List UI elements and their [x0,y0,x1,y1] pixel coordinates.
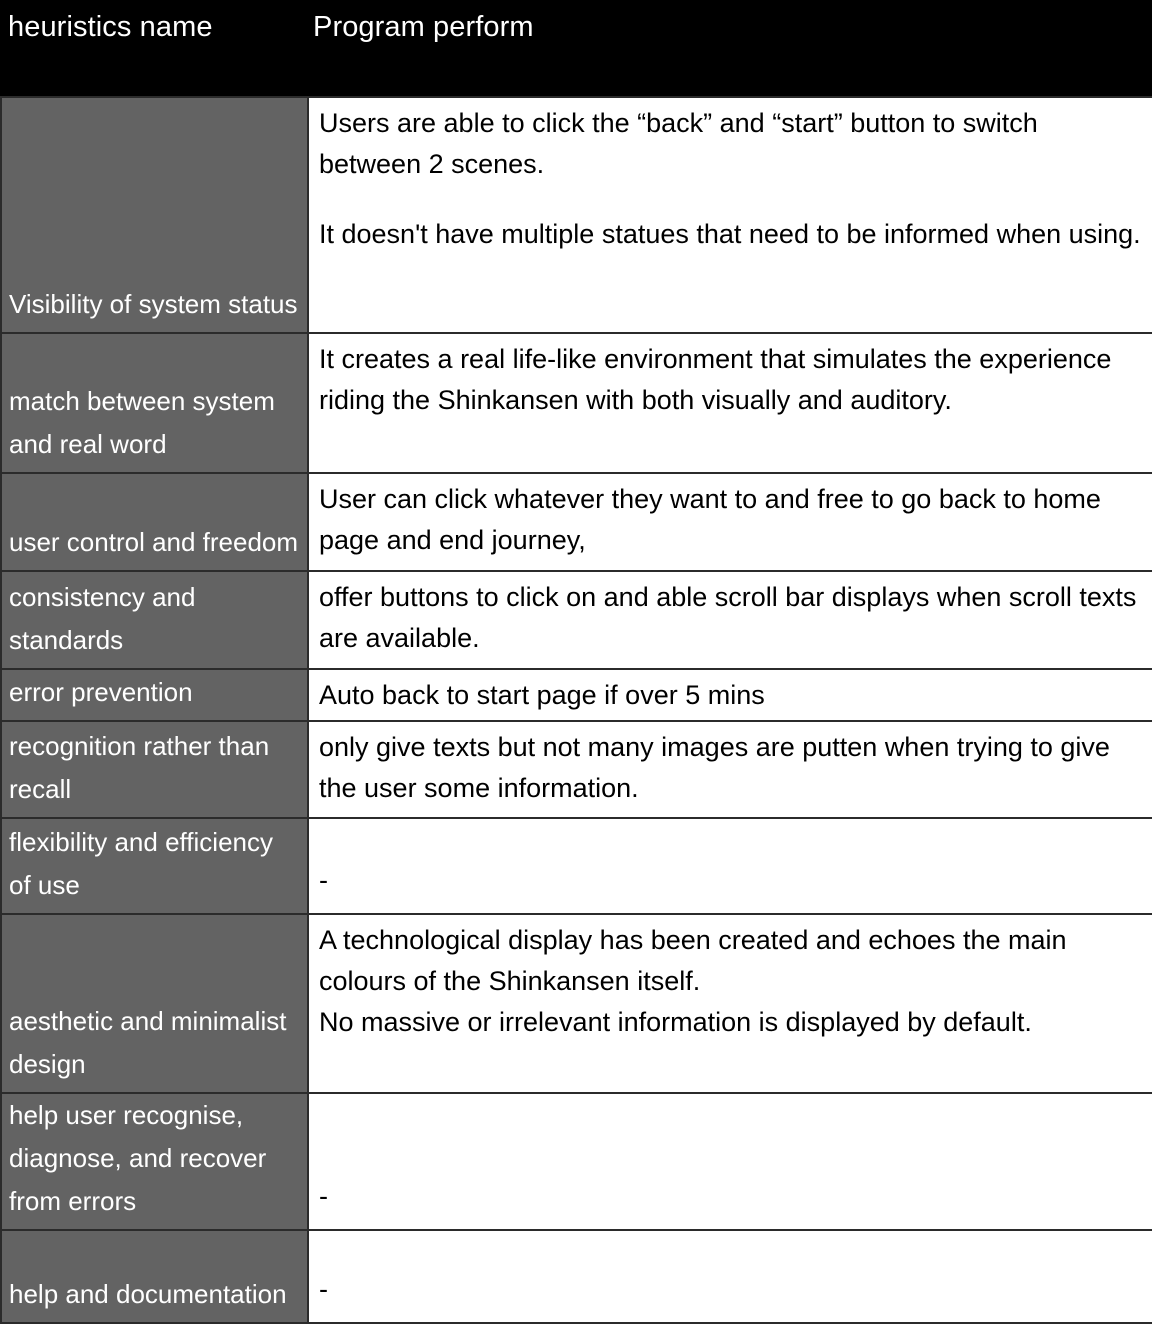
program-perform-text: Auto back to start page if over 5 mins [309,670,1152,720]
program-perform-text: - [309,819,1152,913]
table-body: Visibility of system status Users are ab… [0,96,1152,1324]
program-perform-cell: offer buttons to click on and able scrol… [307,570,1152,670]
heuristic-name-cell: Visibility of system status [0,96,309,334]
program-perform-cell: Auto back to start page if over 5 mins [307,668,1152,722]
heuristic-name-label: flexibility and efficiency of use [9,827,273,900]
column-header-heuristics-name: heuristics name [8,11,213,43]
heuristic-name-cell: consistency and standards [0,570,309,670]
heuristic-name-cell: match between system and real word [0,332,309,474]
program-perform-paragraph: No massive or irrelevant information is … [319,1007,1032,1037]
program-perform-cell: A technological display has been created… [307,913,1152,1094]
heuristic-name-cell: aesthetic and minimalist design [0,913,309,1094]
program-perform-text: offer buttons to click on and able scrol… [309,572,1152,668]
program-perform-paragraph: only give texts but not many images are … [319,732,1110,803]
program-perform-paragraph: Auto back to start page if over 5 mins [319,680,765,710]
table-row: match between system and real word It cr… [0,332,1152,474]
program-perform-cell: only give texts but not many images are … [307,720,1152,819]
heuristic-name-label: help and documentation [9,1279,287,1309]
program-perform-text: - [309,1094,1152,1229]
heuristic-name-label: recognition rather than recall [9,731,270,804]
program-perform-text: - [309,1231,1152,1322]
program-perform-paragraph: offer buttons to click on and able scrol… [319,582,1137,653]
program-perform-paragraph: Users are able to click the “back” and “… [319,108,1038,179]
table-row: user control and freedom User can click … [0,472,1152,572]
program-perform-paragraph: It creates a real life-like environment … [319,344,1112,415]
heuristic-name-label: user control and freedom [9,527,299,557]
heuristic-name-label: help user recognise, diagnose, and recov… [9,1100,267,1216]
table-row: aesthetic and minimalist design A techno… [0,913,1152,1094]
program-perform-text: Users are able to click the “back” and “… [309,98,1152,332]
program-perform-cell: User can click whatever they want to and… [307,472,1152,572]
table-row: recognition rather than recall only give… [0,720,1152,819]
heuristic-name-cell: help user recognise, diagnose, and recov… [0,1092,309,1231]
program-perform-placeholder-dash: - [319,865,328,895]
heuristic-name-cell: user control and freedom [0,472,309,572]
heuristics-evaluation-table: heuristics name Program perform Visibili… [0,0,1152,1326]
heuristic-name-cell: error prevention [0,668,309,722]
heuristic-name-cell: help and documentation [0,1229,309,1324]
heuristics-table: Visibility of system status Users are ab… [0,96,1152,1324]
table-row: consistency and standards offer buttons … [0,570,1152,670]
heuristic-name-cell: recognition rather than recall [0,720,309,819]
program-perform-cell: It creates a real life-like environment … [307,332,1152,474]
heuristic-name-label: aesthetic and minimalist design [9,1006,287,1079]
program-perform-paragraph: A technological display has been created… [319,925,1067,996]
table-row: help user recognise, diagnose, and recov… [0,1092,1152,1231]
program-perform-text: only give texts but not many images are … [309,722,1152,817]
program-perform-cell: - [307,817,1152,915]
program-perform-text: User can click whatever they want to and… [309,474,1152,570]
table-row: error prevention Auto back to start page… [0,668,1152,722]
program-perform-cell: - [307,1229,1152,1324]
program-perform-cell: - [307,1092,1152,1231]
table-row: flexibility and efficiency of use - [0,817,1152,915]
table-header-band: heuristics name Program perform [0,0,1152,96]
program-perform-placeholder-dash: - [319,1181,328,1211]
program-perform-paragraph: It doesn't have multiple statues that ne… [319,219,1141,249]
table-row: Visibility of system status Users are ab… [0,96,1152,334]
heuristic-name-label: match between system and real word [9,386,275,459]
heuristic-name-cell: flexibility and efficiency of use [0,817,309,915]
program-perform-cell: Users are able to click the “back” and “… [307,96,1152,334]
heuristic-name-label: error prevention [9,677,193,707]
program-perform-paragraph: User can click whatever they want to and… [319,484,1101,555]
program-perform-placeholder-dash: - [319,1274,328,1304]
table-row: help and documentation - [0,1229,1152,1324]
program-perform-text: A technological display has been created… [309,915,1152,1092]
column-header-program-perform: Program perform [313,11,534,43]
heuristic-name-label: Visibility of system status [9,289,298,319]
heuristic-name-label: consistency and standards [9,582,196,655]
program-perform-text: It creates a real life-like environment … [309,334,1152,472]
